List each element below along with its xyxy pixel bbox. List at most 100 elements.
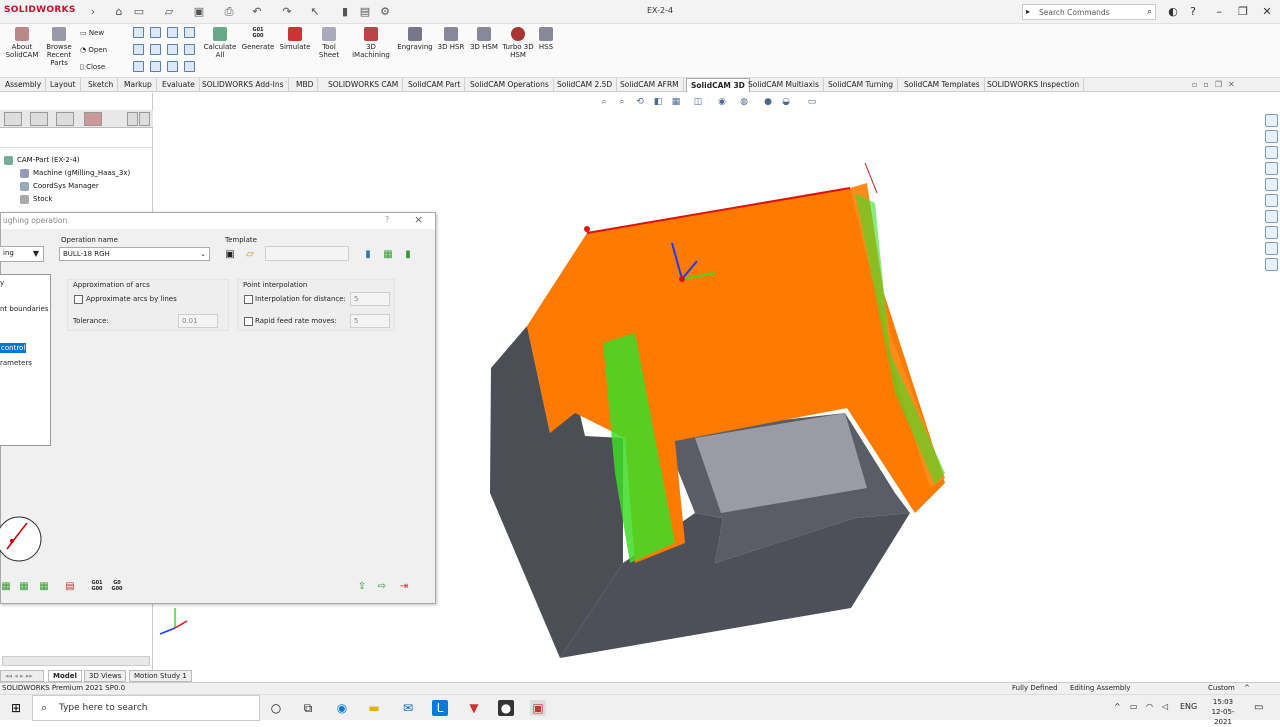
rapid-feed-input[interactable]: 5 (350, 314, 390, 328)
technology-select[interactable]: ing ▼ (0, 246, 44, 262)
zoom-to-fit-icon[interactable]: ⌕ (598, 96, 610, 108)
template-save-icon[interactable]: ▣ (223, 248, 237, 262)
solidcam-task-icon[interactable] (1265, 226, 1278, 239)
template-input[interactable] (265, 246, 349, 261)
grid-icon[interactable] (184, 44, 195, 55)
apply-scene-icon[interactable]: ◒ (780, 96, 792, 108)
grid-icon[interactable] (167, 44, 178, 55)
traffic-light-icon[interactable]: ▮ (338, 5, 352, 19)
gcode-generate-button[interactable]: G01 G00 (89, 580, 105, 592)
save-and-calculate-icon[interactable]: ⇪ (355, 580, 369, 594)
tab-solidcam-part[interactable]: SolidCAM Part (404, 78, 466, 92)
tree-item-coordsys-manager[interactable]: CoordSys Manager (20, 180, 99, 192)
close-part-button[interactable]: ▯ Close (80, 60, 105, 74)
view-settings-icon[interactable]: ▭ (806, 96, 818, 108)
previous-view-icon[interactable]: ⟲ (634, 96, 646, 108)
notifications-icon[interactable]: ▭ (1254, 702, 1263, 713)
forum-icon[interactable] (1265, 210, 1278, 223)
user-icon[interactable]: ◐ (1164, 4, 1182, 20)
mcafee-icon[interactable]: ▼ (466, 700, 482, 716)
save-operation-icon[interactable]: ▤ (63, 580, 77, 594)
tab-model[interactable]: Model (48, 670, 82, 682)
home-icon[interactable]: ⌂ (112, 5, 126, 19)
tab-navigation-arrows[interactable]: ◂◂ ◂ ▸ ▸▸ (0, 670, 44, 682)
viewport-window-controls[interactable]: ▫▫❐✕ (1192, 80, 1276, 90)
tool-icon[interactable]: ▮ (401, 248, 415, 262)
tool-table-icon[interactable]: ▦ (381, 248, 395, 262)
save-icon[interactable]: ▣ (192, 5, 206, 19)
open-part-button[interactable]: ◔ Open (80, 43, 107, 57)
gcode-simulate-button[interactable]: G0 G00 (109, 580, 125, 592)
display-style-icon[interactable]: ◉ (716, 96, 728, 108)
tool-sheet-button[interactable]: Tool Sheet (314, 27, 344, 59)
tree-horizontal-scrollbar[interactable] (2, 656, 150, 666)
cortana-icon[interactable]: ○ (268, 700, 284, 716)
3d-imachining-button[interactable]: 3D iMachining (350, 27, 392, 59)
file-explorer-icon[interactable] (1265, 146, 1278, 159)
view-orientation-icon[interactable]: ◫ (692, 96, 704, 108)
featuremanager-tab-icon[interactable] (4, 112, 22, 126)
language-indicator[interactable]: ENG (1180, 702, 1197, 711)
dialog-close-button[interactable]: × (414, 213, 423, 226)
new-part-button[interactable]: ▭ New (80, 26, 104, 40)
clock[interactable]: 15:03 12-05-2021 (1204, 697, 1242, 727)
exit-icon[interactable]: ⇥ (397, 580, 411, 594)
redo-icon[interactable]: ↷ (280, 5, 294, 19)
dynamic-annotation-icon[interactable]: ▦ (670, 96, 682, 108)
solidworks-logo[interactable]: SOLIDWORKS (4, 5, 76, 19)
mail-icon[interactable]: ✉ (400, 700, 416, 716)
network-icon[interactable]: ▭ (1130, 702, 1138, 711)
design-library-icon[interactable] (1265, 130, 1278, 143)
calculate-all-button[interactable]: Calculate All (202, 27, 238, 59)
menu-arrow-icon[interactable]: › (86, 5, 100, 19)
tab-solidcam-multiaxis[interactable]: SolidCAM Multiaxis (744, 78, 824, 92)
generate-icon[interactable]: ▦ (37, 580, 51, 594)
tree-item-machine[interactable]: Machine (gMilling_Haas_3x) (20, 167, 130, 179)
tolerance-input[interactable]: 0.01 (178, 314, 218, 328)
solidworks-taskbar-icon[interactable]: ▣ (530, 700, 546, 716)
generate-button[interactable]: G01 G00 Generate (240, 27, 276, 51)
grid-icon[interactable] (184, 61, 195, 72)
task-view-icon[interactable]: ⧉ (300, 700, 316, 716)
custom-properties-icon[interactable] (1265, 194, 1278, 207)
tab-motion-study-1[interactable]: Motion Study 1 (129, 670, 192, 682)
grid-icon[interactable] (133, 44, 144, 55)
tab-solidcam-operations[interactable]: SolidCAM Operations (466, 78, 554, 92)
3d-hsr-button[interactable]: 3D HSR (436, 27, 466, 51)
browse-recent-parts-button[interactable]: Browse Recent Parts (44, 27, 74, 67)
page-item-geometry[interactable]: y (0, 279, 4, 287)
page-item-motion-control[interactable]: control (0, 343, 27, 353)
3d-hsm-button[interactable]: 3D HSM (468, 27, 500, 51)
print-icon[interactable]: ⎙ (222, 5, 236, 19)
tab-solidcam-2-5d[interactable]: SolidCAM 2.5D (553, 78, 618, 92)
hide-show-items-icon[interactable]: ◍ (738, 96, 750, 108)
hss-button[interactable]: HSS (536, 27, 556, 51)
tab-3d-views[interactable]: 3D Views (84, 670, 127, 682)
file-explorer-icon[interactable]: ▬ (366, 700, 382, 716)
grid-icon[interactable] (133, 61, 144, 72)
tab-evaluate[interactable]: Evaluate (158, 78, 200, 92)
help-icon[interactable]: ? (1184, 4, 1202, 20)
close-window-button[interactable]: ✕ (1258, 4, 1276, 20)
grid-icon[interactable] (150, 44, 161, 55)
undo-icon[interactable]: ↶ (250, 5, 264, 19)
windows-start-icon[interactable]: ⊞ (8, 700, 24, 716)
grid-icon[interactable] (150, 61, 161, 72)
about-solidcam-button[interactable]: About SolidCAM (4, 27, 40, 59)
page-item-parameters[interactable]: rameters (0, 359, 32, 367)
simulate-icon[interactable]: ▦ (0, 580, 13, 594)
grid-icon[interactable] (184, 27, 195, 38)
taskbar-search-input[interactable]: ⌕ Type here to search (32, 695, 260, 721)
template-open-icon[interactable]: ▱ (243, 248, 257, 262)
scroll-right-icon[interactable] (139, 112, 150, 126)
grid-icon[interactable] (167, 27, 178, 38)
tab-solidworks-cam[interactable]: SOLIDWORKS CAM (324, 78, 404, 92)
tab-solidworks-inspection[interactable]: SOLIDWORKS Inspection (983, 78, 1085, 92)
tab-sketch[interactable]: Sketch (84, 78, 119, 92)
tab-assembly[interactable]: Assembly (1, 78, 47, 92)
recorder-icon[interactable]: ● (498, 700, 514, 716)
edit-appearance-icon[interactable]: ● (762, 96, 774, 108)
save-and-exit-icon[interactable]: ⇨ (375, 580, 389, 594)
propertymanager-tab-icon[interactable] (30, 112, 48, 126)
tab-solidcam-turning[interactable]: SolidCAM Turning (824, 78, 898, 92)
